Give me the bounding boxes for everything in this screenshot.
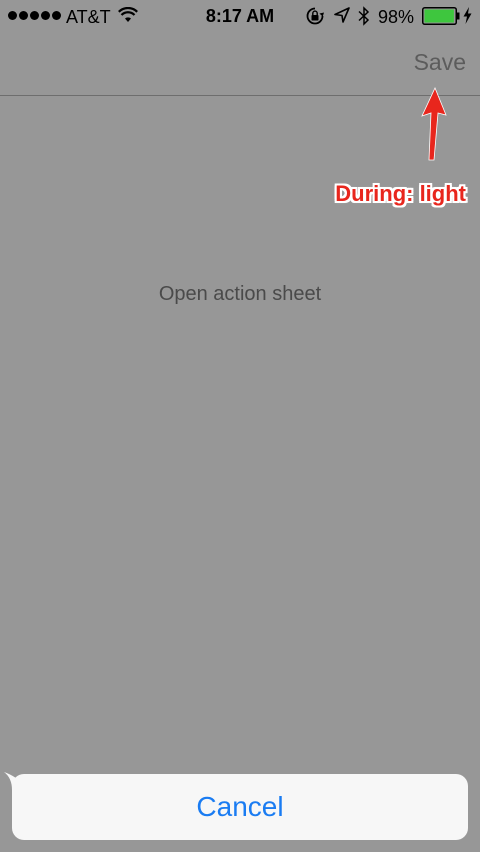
battery-percent: 98% xyxy=(378,7,415,27)
cancel-label: Cancel xyxy=(196,791,284,822)
charging-icon xyxy=(463,7,472,24)
lock-rotation-icon xyxy=(306,7,324,25)
open-action-sheet-button[interactable]: Open action sheet xyxy=(0,283,480,306)
location-icon xyxy=(334,7,350,23)
bluetooth-icon xyxy=(358,6,370,26)
battery-icon xyxy=(422,7,460,25)
save-button[interactable]: Save xyxy=(414,49,466,76)
cancel-button[interactable]: Cancel xyxy=(12,774,468,840)
annotation-arrow-icon xyxy=(421,86,447,161)
annotation-label: During: light xyxy=(335,181,466,206)
status-bar: AT&T 8:17 AM 98% xyxy=(0,0,480,34)
navigation-bar: Save xyxy=(0,34,480,96)
screen: AT&T 8:17 AM 98% Save During: light Open… xyxy=(0,0,480,852)
